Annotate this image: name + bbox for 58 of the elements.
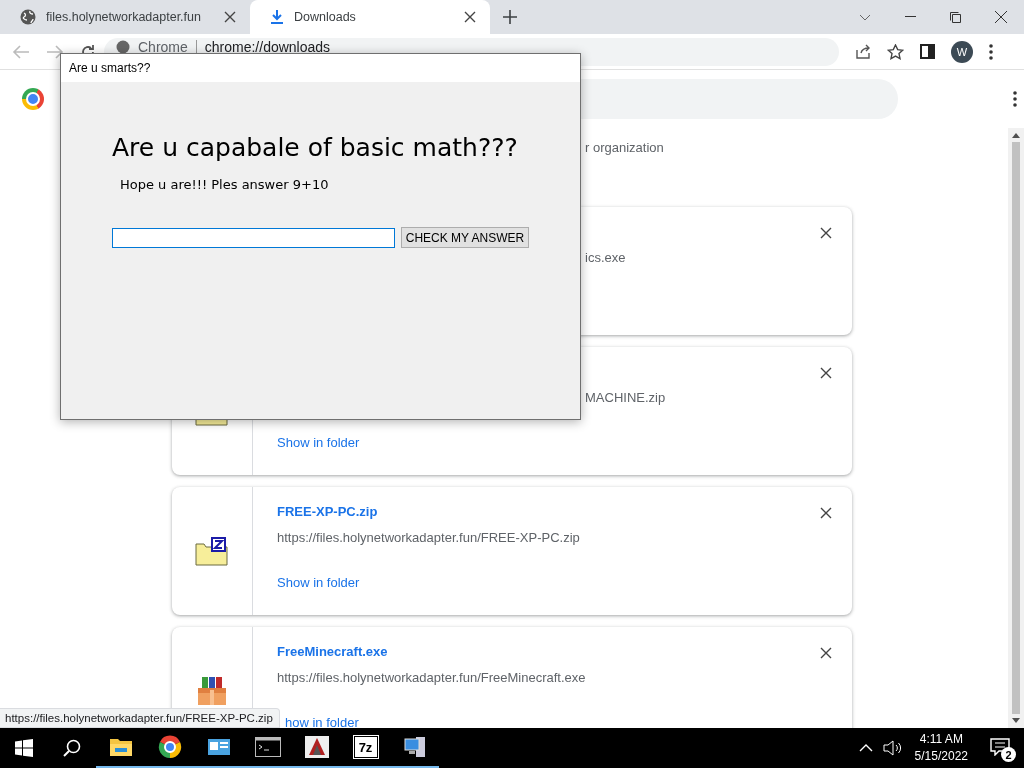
scrollbar[interactable] bbox=[1008, 128, 1024, 728]
file-url: https://files.holynetworkadapter.fun/FreeMinecraft.exe bbox=[277, 669, 587, 687]
taskbar-app-button[interactable]: 7z bbox=[341, 728, 390, 768]
close-icon[interactable] bbox=[224, 11, 236, 23]
plus-icon[interactable] bbox=[503, 10, 517, 24]
answer-field[interactable] bbox=[112, 227, 395, 248]
scroll-down-icon[interactable] bbox=[1012, 718, 1020, 723]
star-icon[interactable] bbox=[887, 43, 904, 60]
zip-file-icon bbox=[195, 536, 229, 566]
browser-tab[interactable]: Downloads bbox=[250, 0, 490, 34]
dialog-prompt: Hope u are!!! Ples answer 9+10 bbox=[120, 177, 330, 192]
close-icon[interactable] bbox=[820, 507, 832, 519]
file-url: MACHINE.zip bbox=[584, 389, 667, 407]
side-panel-icon[interactable] bbox=[920, 44, 935, 59]
forward-arrow-icon[interactable] bbox=[46, 43, 64, 60]
browser-logo-icon bbox=[22, 88, 44, 110]
file-name-link[interactable]: FREE-XP-PC.zip bbox=[277, 504, 378, 519]
link-status-url: https://files.holynetworkadapter.fun/FREE-XP-PC.zip bbox=[5, 712, 273, 724]
chevron-up-icon[interactable] bbox=[858, 744, 873, 752]
archiver-icon: 7z bbox=[353, 736, 378, 758]
speaker-icon[interactable] bbox=[882, 740, 903, 756]
search-icon[interactable] bbox=[63, 739, 81, 757]
managed-notice: r organization bbox=[585, 140, 664, 155]
file-url: https://files.holynetworkadapter.fun/FREE-XP-PC.zip bbox=[277, 529, 581, 547]
installer-icon bbox=[196, 676, 228, 706]
menu-icon[interactable] bbox=[1013, 91, 1017, 107]
browser-tab[interactable]: files.holynetworkadapter.fun bbox=[0, 0, 250, 34]
close-icon[interactable] bbox=[995, 11, 1007, 23]
start-icon[interactable] bbox=[15, 739, 33, 757]
minimize-icon[interactable] bbox=[905, 16, 916, 18]
close-icon[interactable] bbox=[464, 11, 476, 23]
file-url: ics.exe bbox=[584, 249, 627, 267]
chevron-down-icon[interactable] bbox=[859, 13, 871, 21]
show-in-folder-link[interactable]: Show in folder bbox=[277, 573, 360, 593]
download-icon bbox=[270, 9, 284, 25]
computer-icon[interactable] bbox=[402, 735, 427, 759]
browser-logo-icon[interactable] bbox=[157, 735, 182, 759]
terminal-icon[interactable] bbox=[254, 737, 281, 757]
close-icon[interactable] bbox=[820, 367, 832, 379]
menu-icon[interactable] bbox=[989, 43, 993, 60]
notification-count: 2 bbox=[1001, 747, 1016, 762]
folder-icon[interactable] bbox=[108, 737, 133, 757]
close-icon[interactable] bbox=[820, 227, 832, 239]
share-icon[interactable] bbox=[855, 43, 871, 60]
dialog-heading: Are u capabale of basic math??? bbox=[112, 132, 519, 164]
show-in-folder-link[interactable]: Show in folder bbox=[277, 433, 360, 453]
show-in-folder-link[interactable]: how in folder bbox=[285, 713, 359, 728]
globe-icon bbox=[20, 9, 36, 25]
setup-icon[interactable] bbox=[303, 735, 330, 759]
check-answer-button[interactable]: CHECK MY ANSWER bbox=[401, 227, 529, 248]
close-icon[interactable] bbox=[820, 647, 832, 659]
restore-icon[interactable] bbox=[950, 11, 961, 23]
file-name-link[interactable]: FreeMinecraft.exe bbox=[277, 644, 388, 659]
clock[interactable]: 4:11 AM 5/15/2022 bbox=[914, 731, 968, 765]
control-panel-icon[interactable] bbox=[206, 737, 231, 757]
scrollbar-thumb[interactable] bbox=[1012, 142, 1020, 714]
profile-avatar[interactable]: W bbox=[951, 40, 973, 63]
scroll-up-icon[interactable] bbox=[1012, 133, 1020, 138]
